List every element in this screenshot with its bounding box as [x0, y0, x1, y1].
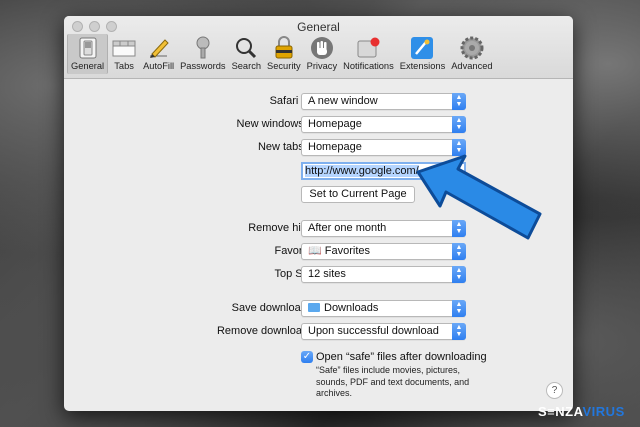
- remove-downloads-row: Remove download list items: Upon success…: [64, 323, 573, 340]
- folder-icon: [308, 303, 320, 312]
- save-downloads-select[interactable]: Downloads ▲ ▼: [301, 300, 466, 317]
- top-sites-select[interactable]: 12 sites ▲ ▼: [301, 266, 466, 283]
- toolbar: General Tabs AutoFill Passwords Search S…: [67, 34, 496, 74]
- tab-security[interactable]: Security: [264, 34, 304, 74]
- chevron-updown-icon: ▲ ▼: [452, 116, 466, 133]
- chevron-updown-icon: ▲ ▼: [452, 266, 466, 283]
- tab-autofill[interactable]: AutoFill: [140, 34, 177, 74]
- switch-icon: [75, 36, 101, 60]
- tab-notifications[interactable]: Notifications: [340, 34, 397, 74]
- safari-opens-row: Safari opens with: A new window▲▼: [64, 93, 573, 110]
- watermark-logo: S≡NZAVIRUS: [538, 404, 625, 419]
- chevron-updown-icon: ▲ ▼: [452, 300, 466, 317]
- tab-privacy[interactable]: Privacy: [304, 34, 340, 74]
- new-windows-select[interactable]: Homepage ▲ ▼: [301, 116, 466, 133]
- save-downloads-row: Save downloaded files to: Downloads ▲ ▼: [64, 300, 573, 317]
- help-button[interactable]: ?: [546, 382, 563, 399]
- top-sites-row: Top Sites shows: 12 sites▲▼: [64, 266, 573, 283]
- tab-general[interactable]: General: [67, 34, 109, 74]
- book-icon: 📖: [308, 245, 325, 257]
- tabs-icon: [111, 36, 137, 60]
- safari-opens-select[interactable]: A new window ▲ ▼: [301, 93, 466, 110]
- set-current-page-button[interactable]: Set to Current Page: [301, 186, 415, 203]
- puzzle-icon: [409, 36, 435, 60]
- hand-icon: [309, 36, 335, 60]
- notification-icon: [355, 36, 381, 60]
- tab-advanced[interactable]: Advanced: [448, 34, 495, 74]
- lock-icon: [271, 36, 297, 60]
- open-safe-label: Open “safe” files after downloading: [316, 351, 487, 363]
- key-icon: [190, 36, 216, 60]
- titlebar: General General Tabs AutoFill Passwords …: [64, 16, 573, 79]
- chevron-updown-icon: ▲ ▼: [452, 323, 466, 340]
- tab-extensions[interactable]: Extensions: [397, 34, 448, 74]
- remove-downloads-select[interactable]: Upon successful download ▲ ▼: [301, 323, 466, 340]
- safe-files-note: “Safe” files include movies, pictures, s…: [316, 365, 470, 398]
- gear-icon: [459, 36, 485, 60]
- tab-search[interactable]: Search: [229, 34, 264, 74]
- open-safe-row: ✓ Open “safe” files after downloading “S…: [64, 350, 573, 400]
- pencil-icon: [146, 36, 172, 60]
- tab-tabs[interactable]: Tabs: [108, 34, 140, 74]
- tab-passwords[interactable]: Passwords: [177, 34, 228, 74]
- pointer-arrow-overlay: [416, 154, 542, 240]
- chevron-updown-icon: ▲ ▼: [452, 93, 466, 110]
- magnifier-icon: [233, 36, 259, 60]
- window-title: General: [297, 20, 340, 34]
- new-windows-row: New windows open with: Homepage ▲ ▼: [64, 116, 573, 133]
- open-safe-checkbox[interactable]: ✓: [301, 351, 313, 363]
